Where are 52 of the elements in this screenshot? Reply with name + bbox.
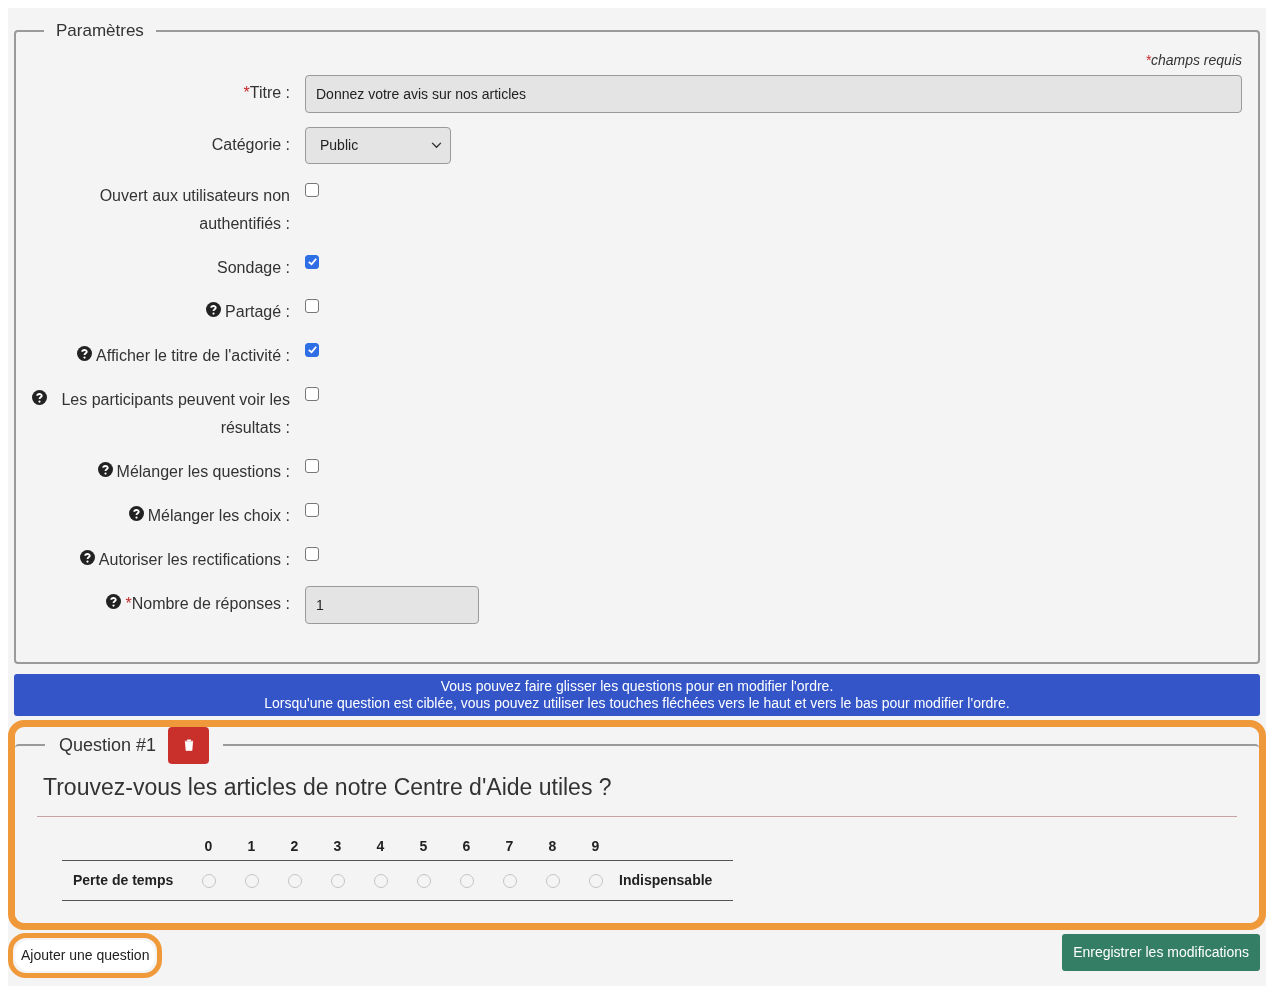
scale-number: 5 xyxy=(418,837,429,856)
checkbox[interactable] xyxy=(305,342,319,357)
help-icon[interactable] xyxy=(206,301,222,317)
checkbox[interactable] xyxy=(305,298,319,313)
help-icon[interactable] xyxy=(106,593,122,609)
field-label: *Nombre de réponses : xyxy=(125,593,290,614)
add-question-button[interactable]: Ajouter une question xyxy=(15,940,156,971)
info-text: Vous pouvez faire glisser les questions pour en modifier l'ordre. xyxy=(439,677,835,695)
field-label: Ouvert aux utilisateurs non authentifiés : xyxy=(98,185,290,234)
field-label: Catégorie : xyxy=(211,134,290,155)
checkbox[interactable] xyxy=(305,502,319,517)
help-icon[interactable] xyxy=(79,549,95,565)
help-icon[interactable] xyxy=(77,345,93,361)
checkbox[interactable] xyxy=(305,546,319,561)
question-title: Trouvez-vous les articles de notre Centre d'Aide utiles ? xyxy=(42,772,613,802)
section-legend: Paramètres xyxy=(44,18,156,44)
scale-number: 2 xyxy=(289,837,300,856)
delete-button[interactable] xyxy=(168,726,210,764)
scale-number: 6 xyxy=(461,837,472,856)
scale-number: 4 xyxy=(375,837,386,856)
field-label: *Titre : xyxy=(243,82,290,103)
field-label: Mélanger les choix : xyxy=(147,505,290,526)
scale-number: 3 xyxy=(332,837,343,856)
checkbox[interactable] xyxy=(305,254,319,269)
category-select[interactable]: Public xyxy=(305,126,451,164)
field-label: Autoriser les rectifications : xyxy=(98,549,290,570)
field-label: Afficher le titre de l'activité : xyxy=(96,345,290,366)
field-label: Sondage : xyxy=(217,257,290,278)
save-button[interactable]: Enregistrer les modifications xyxy=(1062,934,1260,971)
scale-number: 7 xyxy=(504,837,515,856)
field-label: Partagé : xyxy=(225,301,290,322)
required-fields-note: *champs requis xyxy=(1145,50,1242,70)
trash-icon xyxy=(183,739,194,751)
title-input[interactable]: Donnez votre avis sur nos articles xyxy=(305,74,1242,113)
help-icon[interactable] xyxy=(97,461,113,477)
scale-high-label: Indispensable xyxy=(618,871,713,890)
scale-number: 0 xyxy=(203,837,214,856)
scale-number: 1 xyxy=(246,837,257,856)
checkbox[interactable] xyxy=(305,182,319,197)
info-text: Lorsqu'une question est ciblée, vous pouvez utiliser les touches fléchées vers le haut et vers le bas pour modifier l'ordre. xyxy=(263,694,1011,712)
scale-number: 8 xyxy=(547,837,558,856)
scale-number: 9 xyxy=(590,837,601,856)
checkbox[interactable] xyxy=(305,386,319,401)
field-label: Les participants peuvent voir les résultats : xyxy=(60,389,290,438)
checkbox[interactable] xyxy=(305,458,319,473)
chevron-down-icon xyxy=(431,141,442,149)
question-legend: Question #1 xyxy=(59,731,157,759)
scale-low-label: Perte de temps xyxy=(72,871,175,890)
help-icon[interactable] xyxy=(32,389,47,405)
field-label: Mélanger les questions : xyxy=(116,461,290,482)
help-icon[interactable] xyxy=(128,505,144,521)
number-input[interactable]: 1 xyxy=(305,585,479,624)
